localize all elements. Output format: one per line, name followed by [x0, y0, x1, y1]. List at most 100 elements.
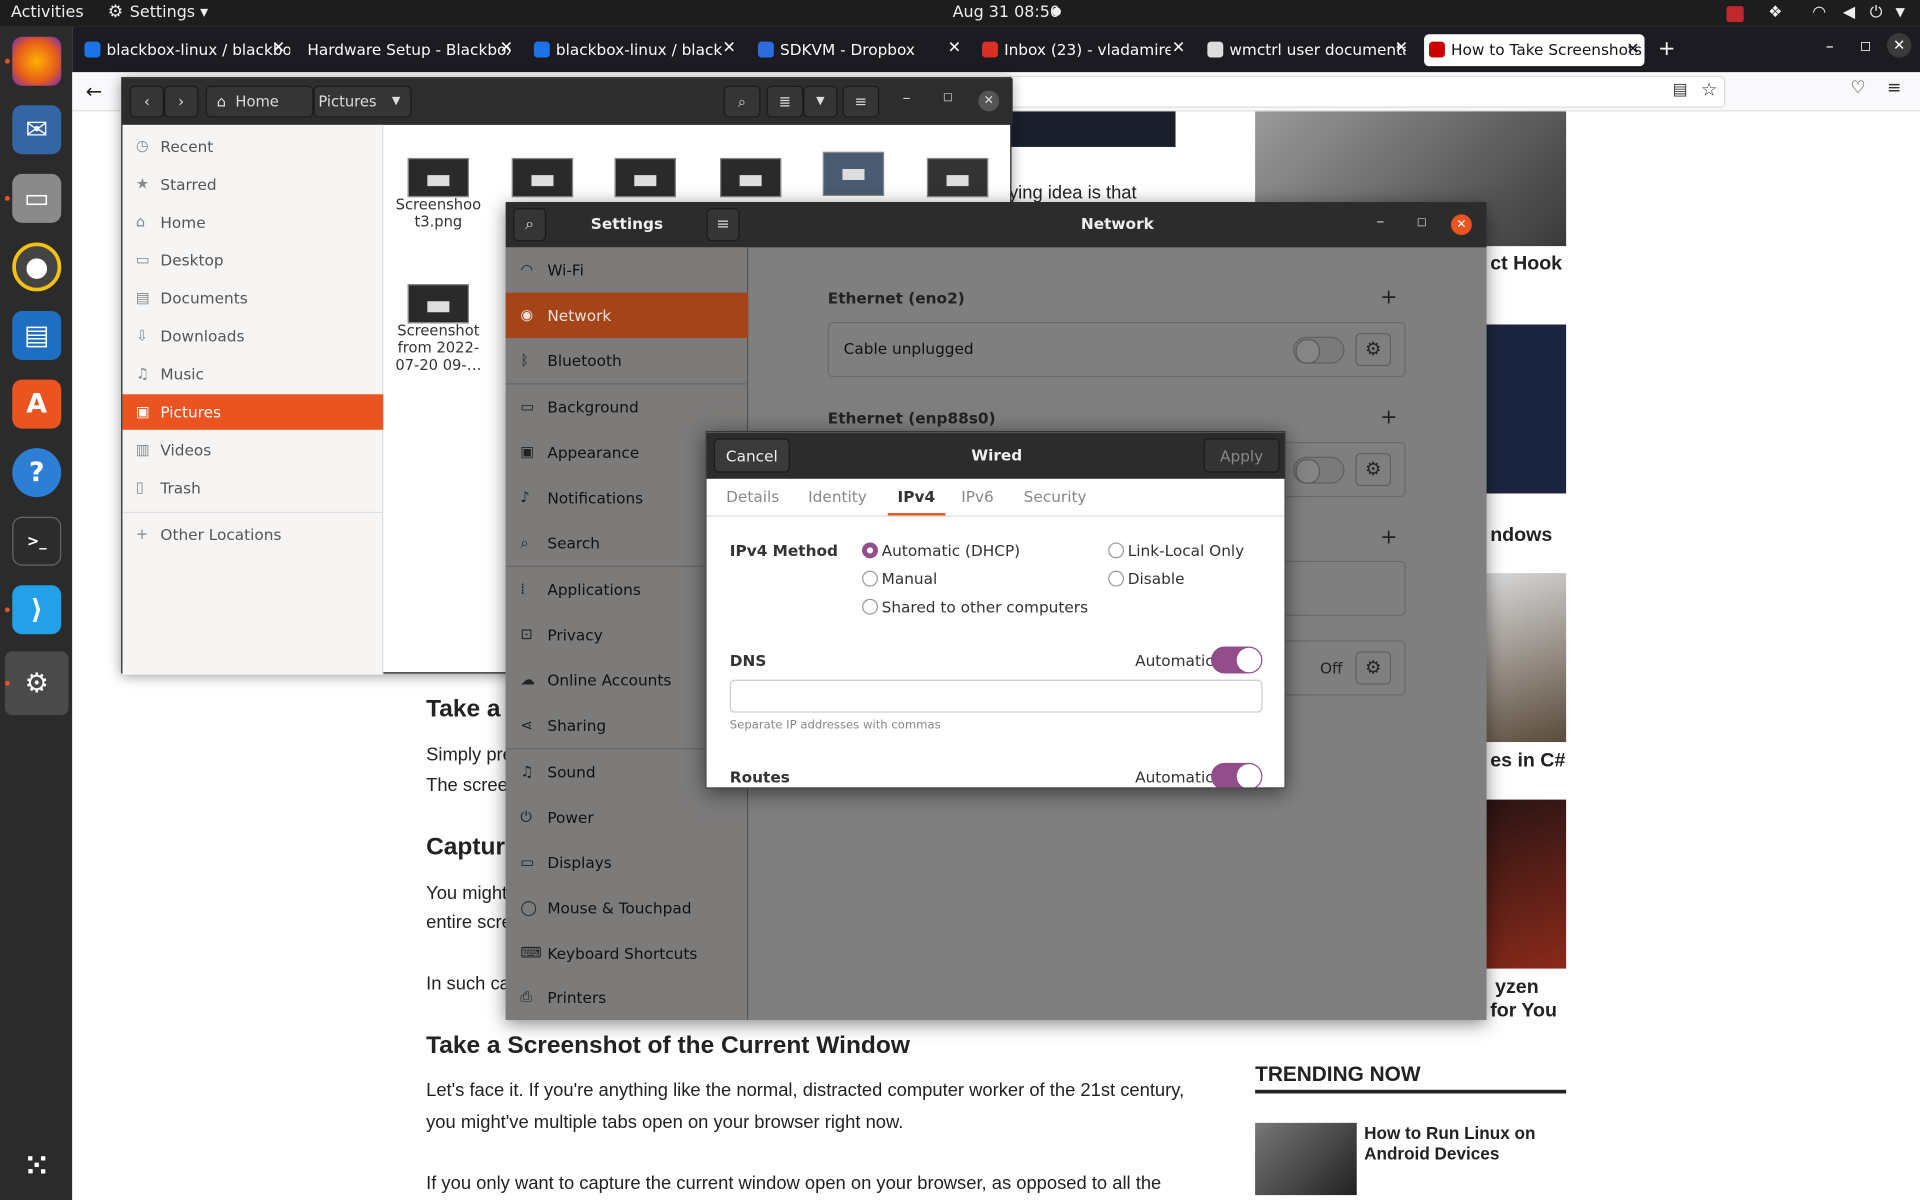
volume-icon[interactable]: ◀ — [1843, 4, 1855, 22]
radio-disable[interactable] — [1108, 570, 1125, 587]
tab-ipv6[interactable]: IPv6 — [961, 479, 994, 516]
gear-icon[interactable]: ⚙ — [1355, 333, 1392, 367]
file-thumbnail[interactable] — [407, 284, 469, 324]
minimize-icon[interactable]: – — [1376, 213, 1384, 231]
browser-tab[interactable]: blackbox-linux / blackbox — [80, 34, 290, 66]
tab-close-icon[interactable]: ✕ — [722, 39, 735, 57]
sidebar-item-displays[interactable]: ▭ Displays — [506, 840, 748, 885]
add-connection-icon[interactable]: + — [1380, 405, 1397, 429]
sidebar-article-title[interactable]: for You — [1490, 1000, 1557, 1022]
dns-input[interactable] — [729, 679, 1263, 713]
terminal-icon[interactable]: >_ — [12, 516, 62, 566]
search-icon[interactable]: ⌕ — [723, 85, 761, 118]
sidebar-article-image[interactable] — [1486, 324, 1567, 494]
file-thumbnail[interactable] — [407, 157, 469, 198]
trending-title[interactable]: How to Run Linux on — [1364, 1123, 1535, 1143]
sidebar-item-wifi[interactable]: ◠ Wi-Fi — [506, 247, 748, 292]
show-apps-icon[interactable]: ⁙ — [12, 1141, 61, 1190]
sidebar-item-starred[interactable]: ★ Starred — [122, 167, 383, 203]
routes-automatic-toggle[interactable] — [1211, 762, 1263, 788]
maximize-icon[interactable]: ◻ — [1417, 216, 1427, 229]
settings-icon-active[interactable]: ⚙ — [4, 651, 69, 716]
ethernet-eno2-toggle[interactable] — [1293, 336, 1345, 364]
sidebar-article-title[interactable]: yzen — [1495, 977, 1539, 999]
sidebar-item-mouse-touchpad[interactable]: ◯ Mouse & Touchpad — [506, 885, 748, 930]
tray-app-icon[interactable] — [1726, 6, 1744, 23]
tab-close-icon[interactable]: ✕ — [948, 39, 961, 57]
menu-icon[interactable]: ≡ — [706, 208, 740, 242]
path-pictures-button[interactable]: Pictures ▼ — [313, 85, 412, 118]
sidebar-article-image[interactable] — [1486, 799, 1567, 969]
gear-icon[interactable]: ⚙ — [1355, 651, 1392, 685]
view-options-chevron-icon[interactable]: ▼ — [803, 85, 838, 118]
radio-link-local[interactable] — [1108, 542, 1125, 559]
app-menu[interactable]: Settings ▾ — [130, 4, 208, 22]
power-icon[interactable]: ⏻ — [1870, 4, 1883, 22]
forward-icon[interactable]: › — [164, 85, 199, 118]
minimize-icon[interactable]: – — [902, 89, 910, 107]
sidebar-item-music[interactable]: ♫ Music — [122, 356, 383, 392]
firefox-icon[interactable] — [12, 36, 62, 86]
activities-button[interactable]: Activities — [11, 4, 84, 22]
file-thumbnail[interactable] — [720, 157, 782, 198]
dns-automatic-toggle[interactable] — [1211, 646, 1263, 674]
tab-ipv4[interactable]: IPv4 — [887, 479, 945, 516]
sidebar-item-recent[interactable]: ◷ Recent — [122, 129, 383, 165]
file-thumbnail[interactable] — [822, 151, 885, 196]
help-icon[interactable]: ? — [12, 448, 62, 498]
sidebar-item-pictures[interactable]: ▣ Pictures — [122, 394, 384, 430]
close-icon[interactable]: ✕ — [978, 90, 1000, 112]
new-tab-button[interactable]: + — [1658, 37, 1675, 61]
minimize-icon[interactable]: – — [1826, 38, 1834, 56]
sidebar-article-title[interactable]: ct Hook — [1490, 253, 1562, 275]
tab-close-icon[interactable]: ✕ — [1172, 39, 1185, 57]
sidebar-article-title[interactable]: es in C# — [1490, 751, 1565, 773]
maximize-icon[interactable]: ◻ — [943, 91, 953, 104]
thunderbird-icon[interactable]: ✉ — [12, 105, 62, 155]
browser-tab[interactable]: blackbox-linux / blackbox — [529, 34, 722, 66]
list-view-icon[interactable]: ≣ — [766, 85, 804, 118]
radio-manual[interactable] — [862, 570, 878, 587]
radio-shared[interactable] — [862, 598, 878, 615]
tab-close-icon[interactable]: ✕ — [1395, 39, 1408, 57]
path-home-button[interactable]: ⌂ Home — [205, 85, 314, 118]
sidebar-item-desktop[interactable]: ▭ Desktop — [122, 242, 383, 278]
add-vpn-icon[interactable]: + — [1380, 525, 1397, 549]
sidebar-item-home[interactable]: ⌂ Home — [122, 204, 383, 240]
dropbox-tray-icon[interactable]: ❖ — [1768, 4, 1782, 22]
sidebar-item-other-locations[interactable]: + Other Locations — [122, 517, 383, 553]
sidebar-item-background[interactable]: ▭ Background — [506, 384, 748, 429]
add-connection-icon[interactable]: + — [1380, 285, 1397, 309]
browser-tab[interactable]: Hardware Setup - Blackbox E — [302, 34, 510, 66]
reader-view-icon[interactable]: ▤ — [1673, 81, 1688, 99]
sidebar-item-network[interactable]: ◉ Network — [505, 292, 749, 338]
file-thumbnail[interactable] — [614, 157, 676, 198]
sidebar-item-videos[interactable]: ▥ Videos — [122, 432, 383, 468]
restore-icon[interactable]: ◻ — [1860, 38, 1871, 54]
sidebar-item-downloads[interactable]: ⇩ Downloads — [122, 318, 383, 354]
rhythmbox-icon[interactable]: ● — [12, 242, 62, 292]
sidebar-item-power[interactable]: ⏻ Power — [506, 795, 748, 840]
vscode-icon[interactable]: ⟩ — [12, 585, 62, 635]
file-thumbnail[interactable] — [511, 157, 574, 198]
close-window-icon[interactable]: ✕ — [1886, 33, 1912, 58]
browser-tab-active[interactable]: How to Take Screenshots ✕ — [1424, 34, 1645, 67]
browser-tab[interactable]: wmctrl user documentati — [1202, 34, 1406, 66]
tab-identity[interactable]: Identity — [808, 479, 867, 516]
files-icon[interactable]: ▭ — [12, 173, 62, 223]
ethernet-enp88s0-toggle[interactable] — [1293, 456, 1345, 484]
tab-close-icon[interactable]: ✕ — [272, 39, 285, 57]
sidebar-item-keyboard-shortcuts[interactable]: ⌨ Keyboard Shortcuts — [506, 931, 748, 976]
wifi-icon[interactable]: ◠ — [1812, 4, 1826, 22]
back-icon[interactable]: ‹ — [129, 85, 165, 118]
hamburger-menu-icon[interactable]: ≡ — [1887, 78, 1901, 98]
browser-tab[interactable]: Inbox (23) - vladamirestra — [977, 34, 1171, 66]
sidebar-article-image[interactable] — [1486, 573, 1567, 743]
url-bar[interactable] — [1002, 75, 1726, 108]
sidebar-item-bluetooth[interactable]: ᛒ Bluetooth — [506, 338, 748, 383]
sidebar-article-title[interactable]: ndows — [1490, 525, 1552, 547]
bookmark-star-icon[interactable]: ☆ — [1701, 78, 1717, 100]
tab-security[interactable]: Security — [1024, 479, 1087, 516]
tab-close-icon[interactable]: ✕ — [1626, 34, 1639, 66]
sidebar-item-documents[interactable]: ▤ Documents — [122, 280, 383, 316]
